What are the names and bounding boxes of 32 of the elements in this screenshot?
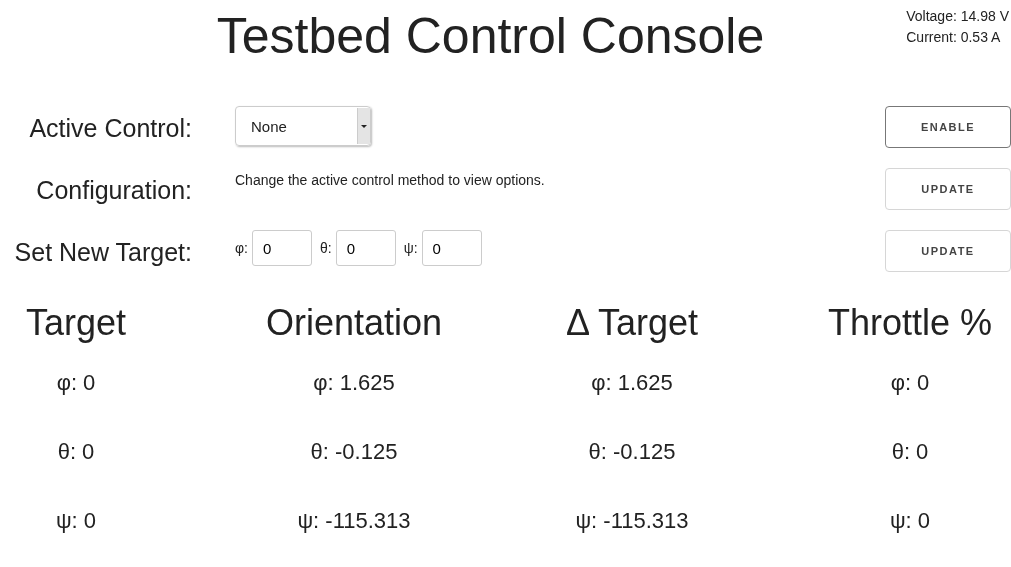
config-note: Change the active control method to view options. — [235, 171, 546, 188]
column-heading: Target — [25, 302, 127, 345]
enable-button[interactable]: ENABLE — [885, 106, 1011, 148]
row-label: Set New Target: — [13, 237, 192, 267]
column-heading: Throttle % — [827, 302, 993, 345]
status-reading: Current: 0.53 A — [906, 29, 1002, 45]
page-title: Testbed Control Console — [216, 8, 765, 66]
angle-value: φ: 1.625 — [591, 369, 673, 397]
input-field[interactable]: 0 — [335, 230, 396, 266]
angle-value: θ: -0.125 — [310, 438, 398, 466]
input-field[interactable]: 0 — [421, 230, 482, 266]
column-heading: Orientation — [265, 302, 443, 345]
angle-value: θ: 0 — [891, 438, 929, 466]
row-label: Active Control: — [28, 113, 192, 143]
angle-value: ψ: -115.313 — [575, 507, 689, 535]
input-field[interactable]: 0 — [251, 230, 312, 266]
field-label: φ: — [235, 240, 248, 256]
caret-icon — [357, 108, 370, 144]
angle-value: ψ: 0 — [889, 507, 931, 535]
angle-value: θ: 0 — [57, 438, 95, 466]
field-label: θ: — [319, 240, 332, 256]
row-label: Configuration: — [35, 175, 192, 205]
angle-value: φ: 0 — [890, 369, 930, 397]
angle-value: θ: -0.125 — [588, 438, 676, 466]
column-heading: Δ Target — [565, 302, 699, 345]
angle-value: φ: 1.625 — [313, 369, 395, 397]
field-label: ψ: — [403, 240, 418, 256]
status-reading: Voltage: 14.98 V — [906, 8, 1009, 24]
angle-value: ψ: -115.313 — [297, 507, 411, 535]
angle-value: ψ: 0 — [55, 507, 97, 535]
control-select[interactable]: None — [235, 106, 371, 146]
angle-value: φ: 0 — [56, 369, 96, 397]
